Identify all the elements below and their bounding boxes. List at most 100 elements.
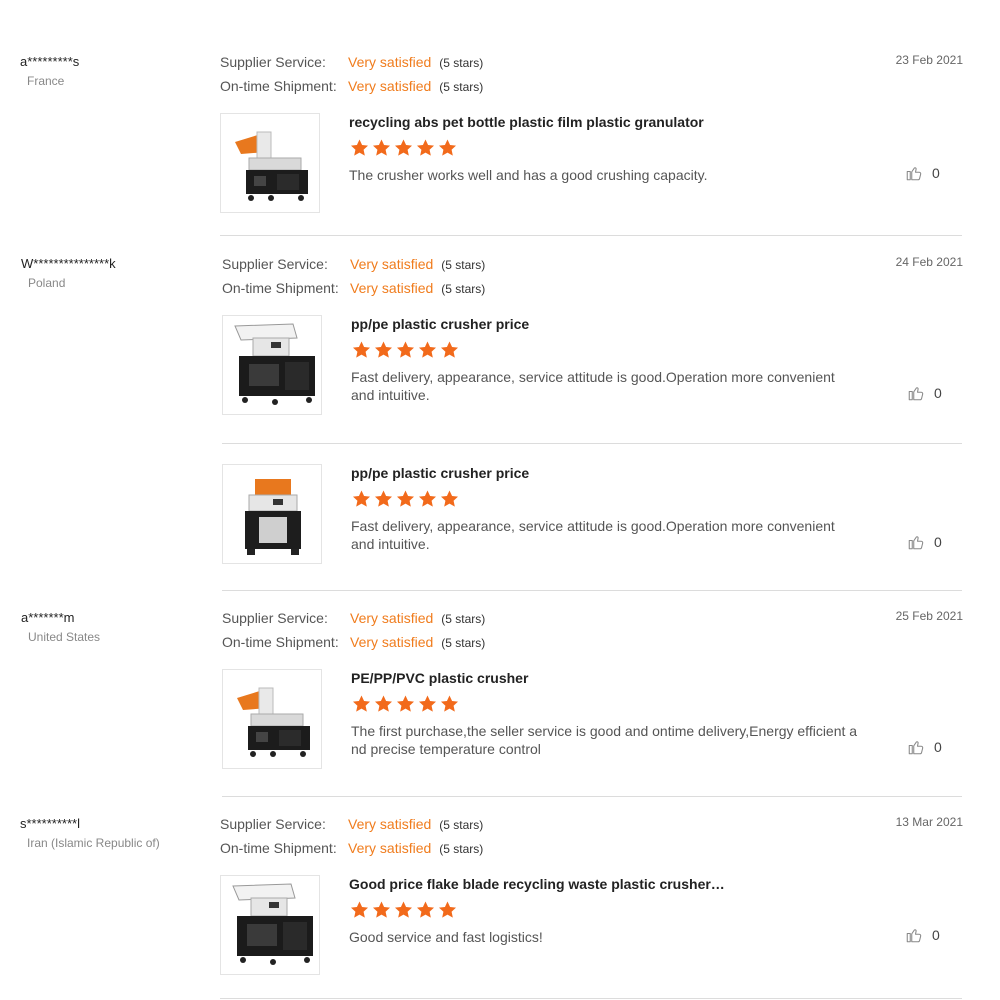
like-button[interactable]: 0 [907, 532, 947, 552]
rating-label: On-time Shipment: [222, 280, 339, 296]
review-comment: Fast delivery, appearance, service attit… [351, 518, 835, 552]
like-count: 0 [932, 927, 940, 943]
rating-stars-text: (5 stars) [439, 842, 484, 856]
star-icon [397, 341, 414, 358]
like-button[interactable]: 0 [905, 163, 945, 183]
star-icon [373, 139, 390, 156]
review-comment: Fast delivery, appearance, service attit… [351, 369, 835, 403]
product-review: pp/pe plastic crusher price Fast delivery… [222, 315, 964, 415]
star-icon [353, 490, 370, 507]
review-divider [222, 590, 962, 591]
rating-value: Very satisfied [348, 840, 432, 856]
review-date: 13 Mar 2021 [895, 815, 963, 829]
product-thumbnail[interactable] [220, 875, 320, 975]
product-title-link[interactable]: recycling abs pet bottle plastic film pl… [349, 114, 704, 130]
star-rating [349, 138, 458, 158]
star-icon [353, 341, 370, 358]
reviewer-name: a*******m [21, 610, 75, 625]
supplier-service-rating: Supplier Service: Very satisfied (5 stars) [222, 608, 485, 628]
thumbs-up-icon [906, 167, 922, 181]
star-rating [351, 340, 460, 360]
reviewer-country: Iran (Islamic Republic of) [27, 836, 160, 850]
crusher-machine-image [234, 323, 315, 405]
product-thumbnail[interactable] [222, 464, 322, 564]
review-date: 24 Feb 2021 [895, 255, 963, 269]
star-icon [395, 901, 412, 918]
product-thumbnail[interactable] [222, 669, 322, 769]
rating-label: On-time Shipment: [222, 634, 339, 650]
ontime-shipment-rating: On-time Shipment: Very satisfied (5 stars) [222, 278, 485, 298]
like-button[interactable]: 0 [907, 737, 947, 757]
rating-stars-text: (5 stars) [439, 80, 484, 94]
like-count: 0 [932, 165, 940, 181]
star-icon [397, 490, 414, 507]
star-icon [439, 901, 456, 918]
like-count: 0 [934, 385, 942, 401]
thumbs-up-icon [906, 929, 922, 943]
crusher-machine-image [232, 883, 313, 965]
like-count: 0 [934, 739, 942, 755]
product-thumbnail[interactable] [220, 113, 320, 213]
rating-stars-text: (5 stars) [439, 818, 484, 832]
star-icon [419, 341, 436, 358]
rating-value: Very satisfied [350, 634, 434, 650]
review-divider [220, 998, 962, 999]
star-icon [375, 695, 392, 712]
star-icon [375, 341, 392, 358]
product-title-link[interactable]: pp/pe plastic crusher price [351, 316, 529, 332]
review-divider [222, 796, 962, 797]
product-title-link[interactable]: Good price flake blade recycling waste p… [349, 876, 725, 892]
rating-label: Supplier Service: [220, 54, 326, 70]
star-icon [439, 139, 456, 156]
product-review: pp/pe plastic crusher price Fast delivery… [222, 464, 964, 564]
thumbs-up-icon [908, 741, 924, 755]
ontime-shipment-rating: On-time Shipment: Very satisfied (5 stars) [220, 76, 483, 96]
star-icon [395, 139, 412, 156]
star-icon [397, 695, 414, 712]
star-icon [351, 901, 368, 918]
review-divider [220, 235, 962, 236]
rating-label: Supplier Service: [222, 256, 328, 272]
star-icon [417, 901, 434, 918]
like-button[interactable]: 0 [907, 383, 947, 403]
star-icon [441, 341, 458, 358]
rating-value: Very satisfied [350, 610, 434, 626]
reviewer-country: Poland [28, 276, 66, 290]
product-thumbnail[interactable] [222, 315, 322, 415]
product-review: PE/PP/PVC plastic crusher The first purch… [222, 669, 964, 769]
crusher-machine-image [235, 131, 308, 201]
crusher-machine-image [245, 479, 301, 555]
rating-stars-text: (5 stars) [441, 282, 486, 296]
star-icon [351, 139, 368, 156]
star-icon [441, 695, 458, 712]
rating-value: Very satisfied [350, 280, 434, 296]
reviewer-country: United States [28, 630, 101, 644]
star-icon [375, 490, 392, 507]
like-button[interactable]: 0 [905, 925, 945, 945]
star-rating [349, 900, 458, 920]
review-date: 25 Feb 2021 [895, 609, 963, 623]
rating-value: Very satisfied [348, 78, 432, 94]
supplier-service-rating: Supplier Service: Very satisfied (5 stars) [220, 814, 483, 834]
thumbs-up-icon [908, 387, 924, 401]
rating-value: Very satisfied [350, 256, 434, 272]
review-comment: Good service and fast logistics! [349, 929, 543, 945]
star-icon [419, 490, 436, 507]
rating-label: Supplier Service: [222, 610, 328, 626]
review-comment: The first purchase,the seller service is… [351, 723, 858, 757]
product-title-link[interactable]: pp/pe plastic crusher price [351, 465, 529, 481]
rating-stars-text: (5 stars) [441, 258, 486, 272]
product-title-link[interactable]: PE/PP/PVC plastic crusher [351, 670, 528, 686]
star-icon [417, 139, 434, 156]
review-date: 23 Feb 2021 [895, 53, 963, 67]
reviewer-name: a*********s [20, 54, 80, 69]
reviewer-country: France [27, 74, 65, 88]
rating-label: On-time Shipment: [220, 78, 337, 94]
review-divider [222, 443, 962, 444]
rating-stars-text: (5 stars) [441, 612, 486, 626]
rating-label: Supplier Service: [220, 816, 326, 832]
rating-stars-text: (5 stars) [441, 636, 486, 650]
rating-label: On-time Shipment: [220, 840, 337, 856]
thumbs-up-icon [908, 536, 924, 550]
ontime-shipment-rating: On-time Shipment: Very satisfied (5 stars) [220, 838, 483, 858]
